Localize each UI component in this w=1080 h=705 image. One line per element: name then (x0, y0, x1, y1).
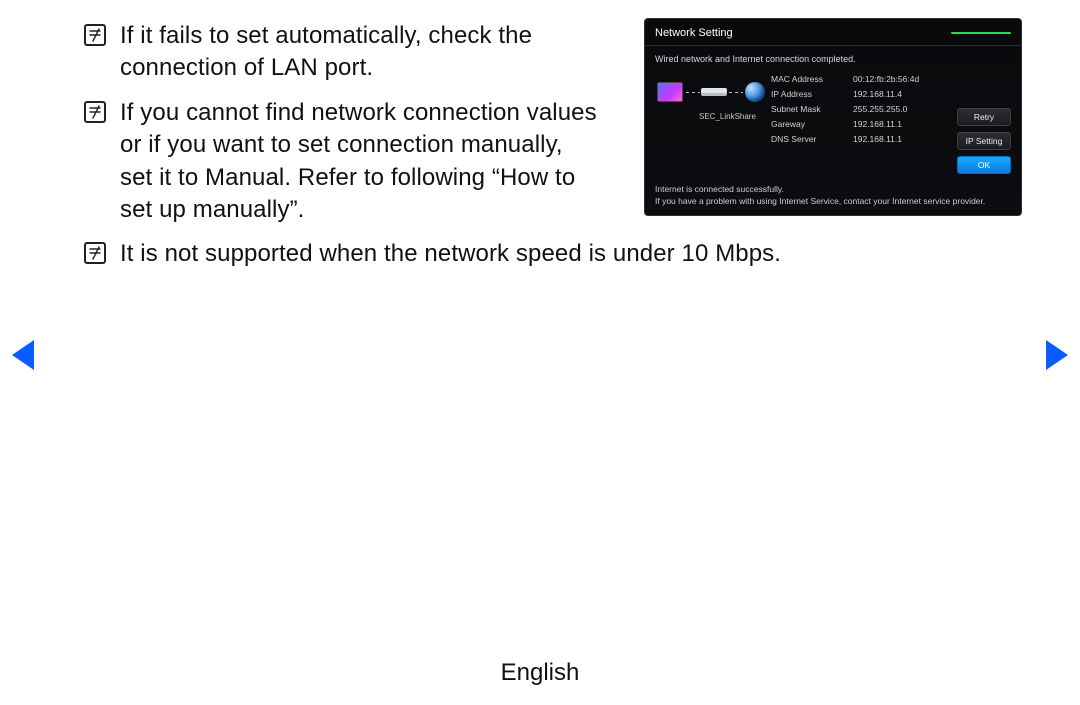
link-line-icon (729, 92, 743, 93)
note-icon (84, 101, 106, 123)
dns-server-label: DNS Server (771, 134, 841, 144)
dns-server-value: 192.168.11.1 (853, 134, 947, 144)
note-text: If you cannot find network connection va… (120, 97, 600, 227)
gateway-label: Gareway (771, 119, 841, 129)
note-item: It is not supported when the network spe… (84, 238, 1004, 270)
panel-buttons: Retry IP Setting OK (957, 108, 1011, 174)
panel-mid: SEC_LinkShare MAC Address 00:12:fb:2b:56… (655, 74, 1011, 174)
ip-address-value: 192.168.11.4 (853, 89, 947, 99)
next-page-arrow[interactable] (1046, 340, 1068, 370)
sec-linkshare-label: SEC_LinkShare (699, 112, 756, 121)
ok-button[interactable]: OK (957, 156, 1011, 174)
language-label: English (0, 659, 1080, 687)
divider (645, 45, 1021, 46)
note-text: If it fails to set automatically, check … (120, 20, 550, 85)
mac-address-label: MAC Address (771, 74, 841, 84)
panel-title: Network Setting (655, 27, 733, 39)
link-line-icon (686, 92, 700, 93)
panel-title-row: Network Setting (655, 27, 1011, 39)
retry-button[interactable]: Retry (957, 108, 1011, 126)
progress-accent (951, 32, 1011, 34)
connection-status: Wired network and Internet connection co… (655, 54, 1011, 64)
footer-line-1: Internet is connected successfully. (655, 184, 1011, 196)
note-text: It is not supported when the network spe… (120, 238, 940, 270)
note-icon (84, 24, 106, 46)
subnet-mask-label: Subnet Mask (771, 104, 841, 114)
network-values: MAC Address 00:12:fb:2b:56:4d IP Address… (771, 74, 947, 144)
tv-icon (657, 82, 683, 102)
ip-setting-button[interactable]: IP Setting (957, 132, 1011, 150)
footer-line-2: If you have a problem with using Interne… (655, 196, 1011, 208)
ip-address-label: IP Address (771, 89, 841, 99)
connection-diagram: SEC_LinkShare (657, 76, 761, 122)
panel-footer: Internet is connected successfully. If y… (655, 184, 1011, 208)
note-icon (84, 242, 106, 264)
prev-page-arrow[interactable] (12, 340, 34, 370)
gateway-value: 192.168.11.1 (853, 119, 947, 129)
network-setting-panel: Network Setting Wired network and Intern… (644, 18, 1022, 216)
subnet-mask-value: 255.255.255.0 (853, 104, 947, 114)
globe-icon (745, 82, 765, 102)
router-icon (701, 88, 727, 93)
mac-address-value: 00:12:fb:2b:56:4d (853, 74, 947, 84)
